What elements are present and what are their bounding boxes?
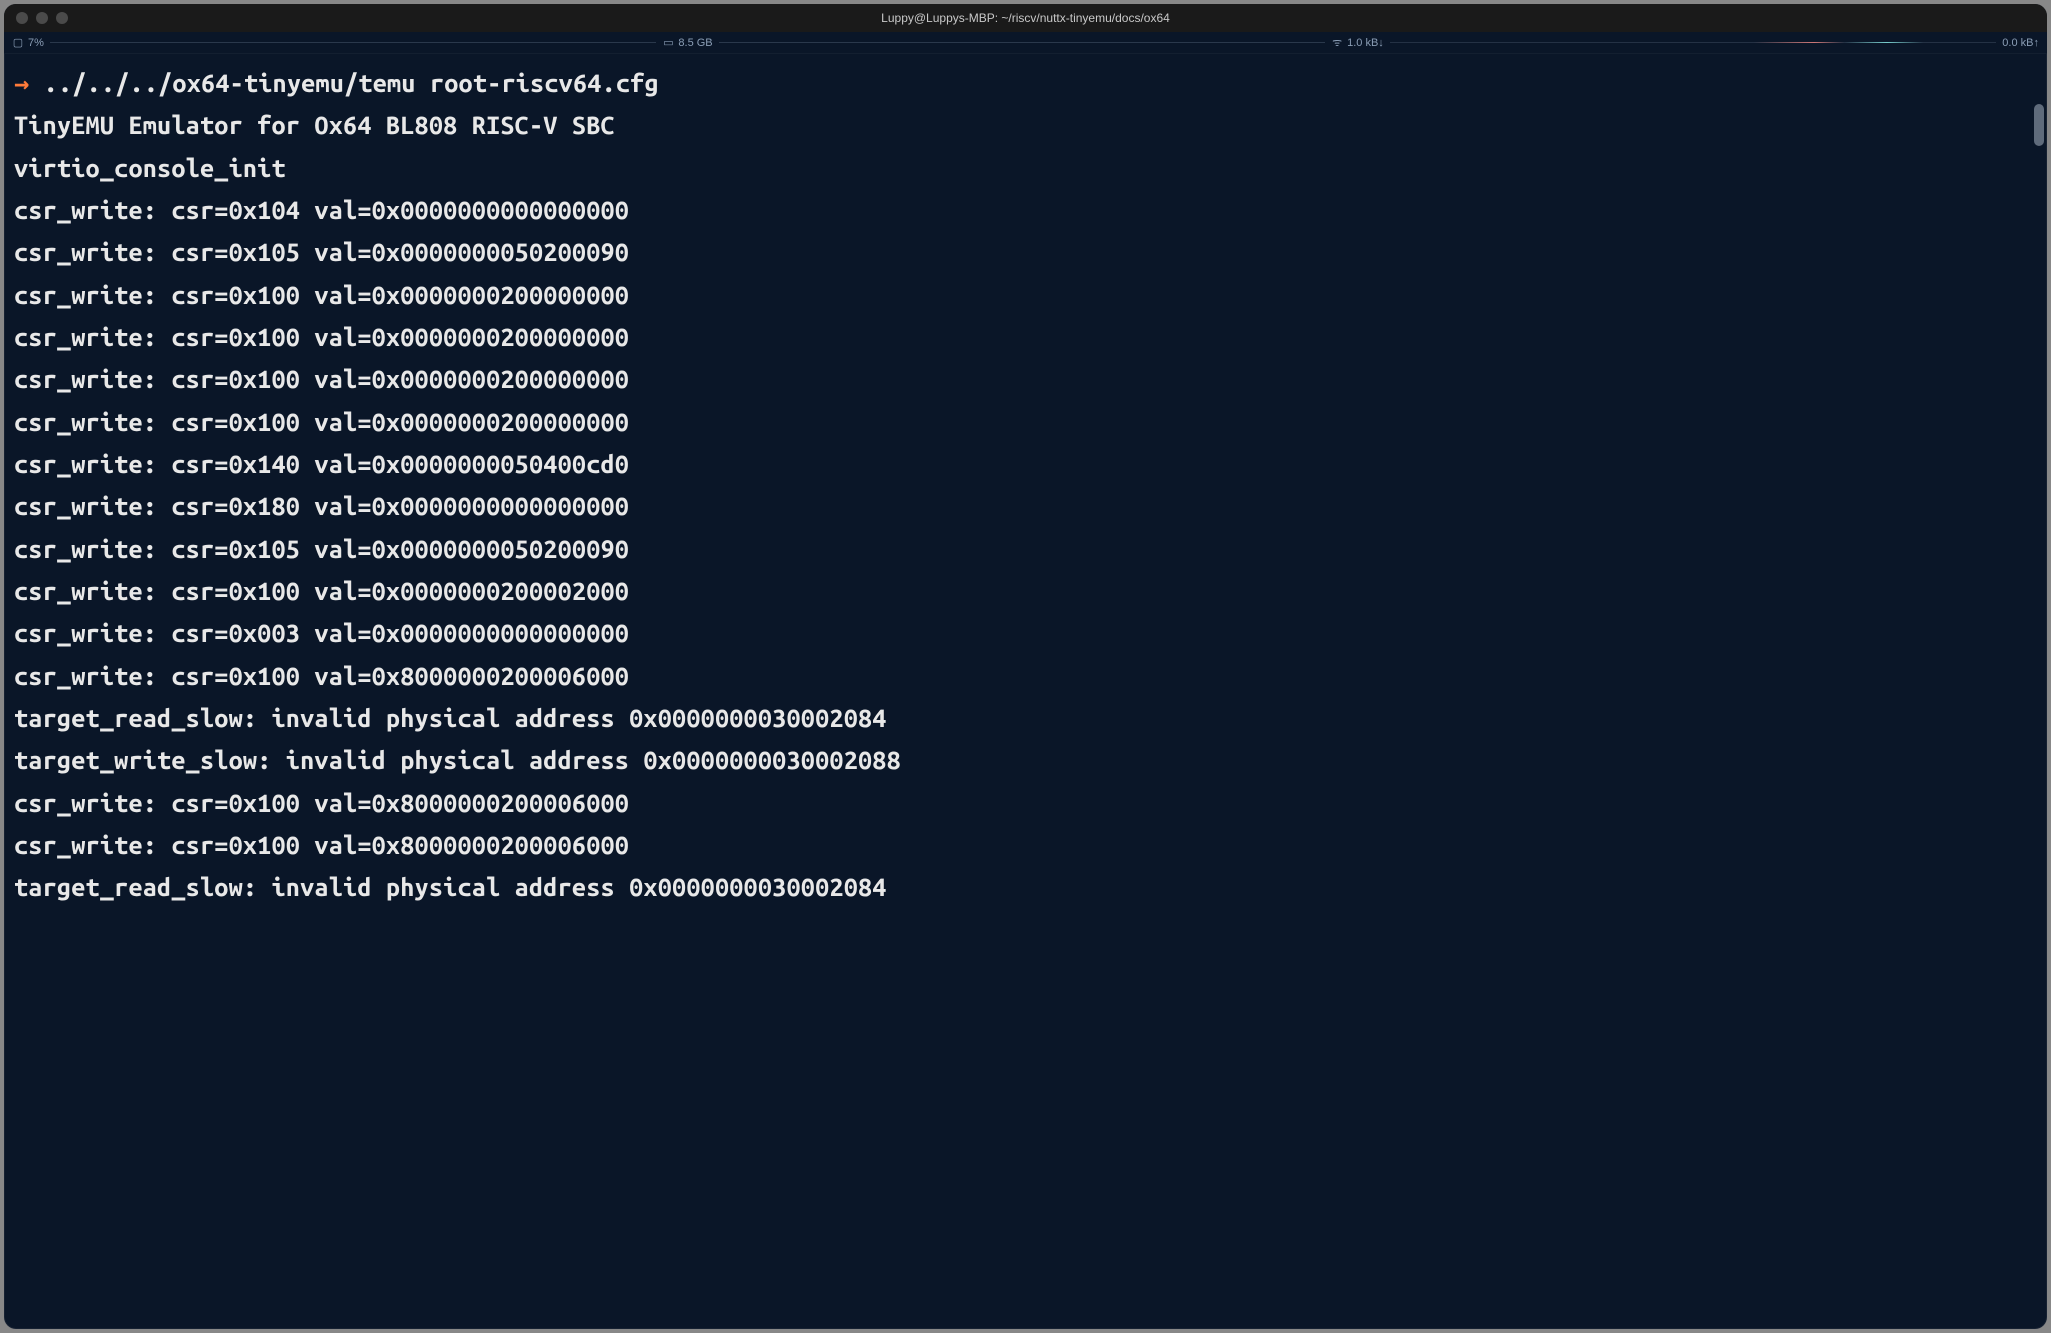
terminal-output-line: TinyEMU Emulator for Ox64 BL808 RISC-V S…: [14, 104, 2037, 146]
network-down-status: ᯤ 1.0 kB↓: [1331, 35, 1384, 50]
terminal-output-line: csr_write: csr=0x100 val=0x8000000200006…: [14, 782, 2037, 824]
status-divider: [719, 42, 1325, 43]
close-button[interactable]: [16, 12, 28, 24]
terminal-output-line: csr_write: csr=0x100 val=0x0000000200000…: [14, 274, 2037, 316]
terminal-output-line: csr_write: csr=0x100 val=0x0000000200000…: [14, 316, 2037, 358]
titlebar: Luppy@Luppys-MBP: ~/riscv/nuttx-tinyemu/…: [4, 4, 2047, 32]
terminal-output-line: target_read_slow: invalid physical addre…: [14, 697, 2037, 739]
memory-value: 8.5 GB: [678, 37, 712, 49]
terminal-output-line: csr_write: csr=0x100 val=0x0000000200000…: [14, 401, 2037, 443]
terminal-output-line: csr_write: csr=0x105 val=0x0000000050200…: [14, 231, 2037, 273]
memory-icon: ▭: [662, 36, 674, 49]
memory-status: ▭ 8.5 GB: [662, 36, 712, 49]
terminal-output: TinyEMU Emulator for Ox64 BL808 RISC-V S…: [14, 104, 2037, 908]
terminal-output-line: csr_write: csr=0x100 val=0x8000000200006…: [14, 655, 2037, 697]
terminal-output-line: target_write_slow: invalid physical addr…: [14, 739, 2037, 781]
status-divider: [1390, 42, 1996, 43]
window-title: Luppy@Luppys-MBP: ~/riscv/nuttx-tinyemu/…: [4, 11, 2047, 25]
network-up-status: 0.0 kB↑: [2002, 37, 2039, 49]
scrollbar-thumb[interactable]: [2034, 104, 2044, 146]
terminal-output-line: target_read_slow: invalid physical addre…: [14, 866, 2037, 908]
prompt-arrow-icon: →: [14, 69, 29, 97]
prompt-line: → ../../../ox64-tinyemu/temu root-riscv6…: [14, 62, 2037, 104]
cpu-status: ▢ 7%: [12, 36, 44, 49]
scrollbar-track[interactable]: [2032, 104, 2046, 1329]
terminal-output-line: csr_write: csr=0x180 val=0x0000000000000…: [14, 485, 2037, 527]
terminal-window: Luppy@Luppys-MBP: ~/riscv/nuttx-tinyemu/…: [4, 4, 2047, 1329]
network-icon: ᯤ: [1331, 35, 1343, 50]
zoom-button[interactable]: [56, 12, 68, 24]
terminal-output-line: csr_write: csr=0x100 val=0x0000000200000…: [14, 358, 2037, 400]
minimize-button[interactable]: [36, 12, 48, 24]
terminal-output-line: virtio_console_init: [14, 147, 2037, 189]
terminal-output-line: csr_write: csr=0x100 val=0x8000000200006…: [14, 824, 2037, 866]
terminal-output-line: csr_write: csr=0x105 val=0x0000000050200…: [14, 528, 2037, 570]
cpu-value: 7%: [28, 37, 44, 49]
network-up-value: 0.0 kB↑: [2002, 37, 2039, 49]
terminal-output-line: csr_write: csr=0x140 val=0x0000000050400…: [14, 443, 2037, 485]
terminal-output-line: csr_write: csr=0x003 val=0x0000000000000…: [14, 612, 2037, 654]
terminal-output-line: csr_write: csr=0x104 val=0x0000000000000…: [14, 189, 2037, 231]
traffic-lights: [16, 12, 68, 24]
cpu-icon: ▢: [12, 36, 24, 49]
terminal-output-line: csr_write: csr=0x100 val=0x0000000200002…: [14, 570, 2037, 612]
command-text: ../../../ox64-tinyemu/temu root-riscv64.…: [29, 69, 658, 97]
terminal-viewport[interactable]: → ../../../ox64-tinyemu/temu root-riscv6…: [4, 54, 2047, 1329]
network-down-value: 1.0 kB↓: [1347, 37, 1384, 49]
status-bar: ▢ 7% ▭ 8.5 GB ᯤ 1.0 kB↓ 0.0 kB↑: [4, 32, 2047, 54]
status-divider: [50, 42, 656, 43]
